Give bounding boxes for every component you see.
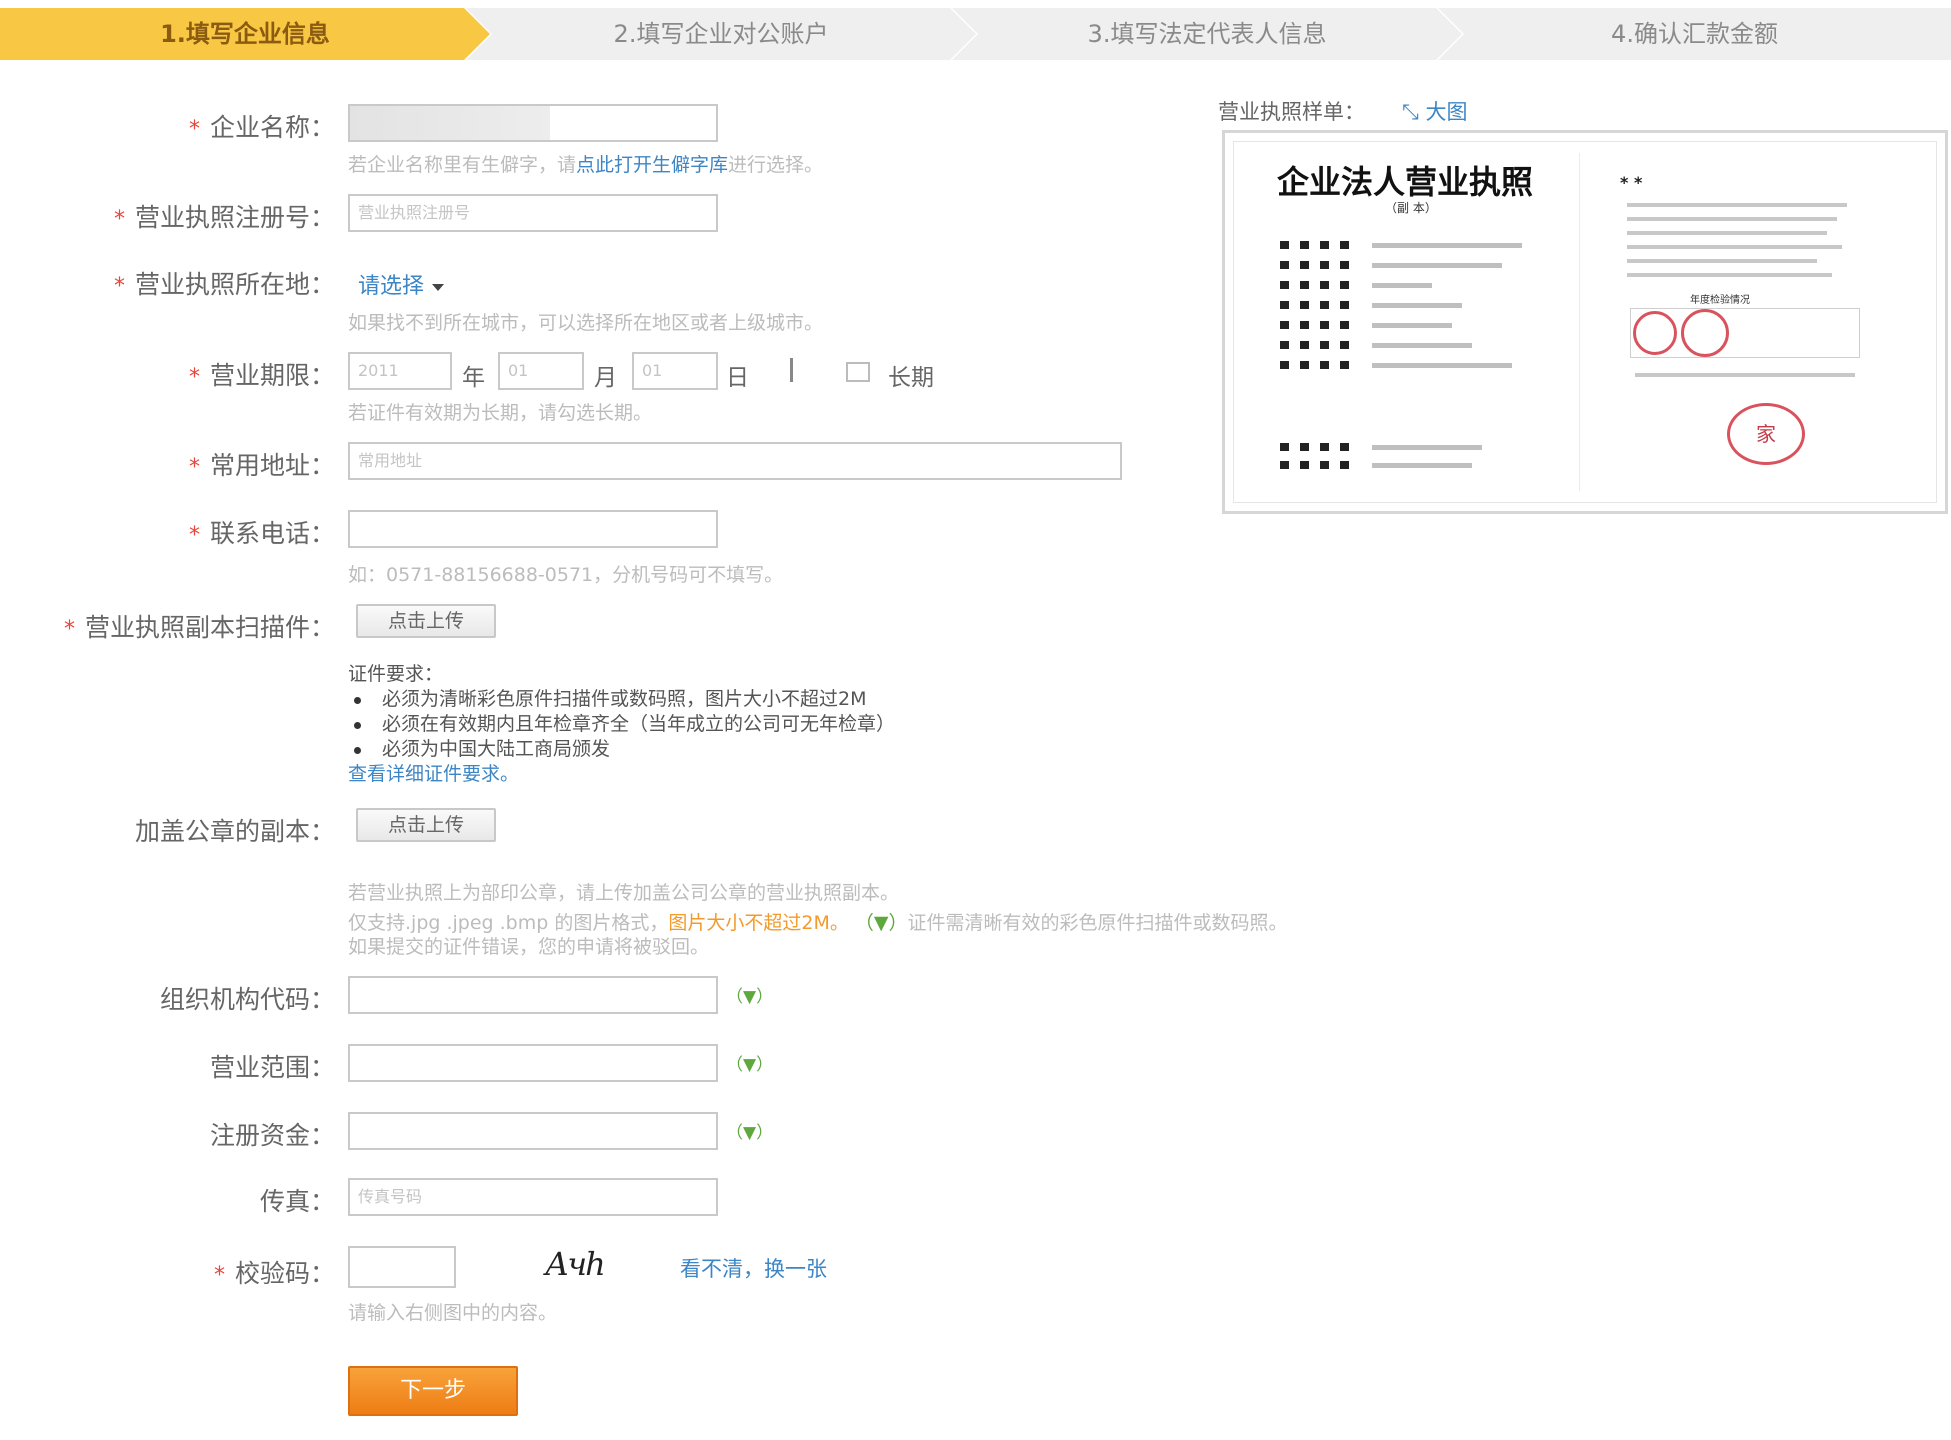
captcha-input[interactable] (348, 1246, 456, 1288)
license-text-line (1627, 203, 1847, 207)
license-location-hint: 如果找不到所在城市，可以选择所在地区或者上级城市。 (348, 312, 824, 334)
license-doc-subtitle: （副 本） (1385, 201, 1437, 215)
company-name-input[interactable] (348, 104, 718, 142)
fax-label: 传真： (259, 1187, 335, 1216)
term-day-input[interactable]: 01 (632, 352, 718, 390)
sample-license-image[interactable]: 企业法人营业执照 （副 本） * * 年度检验情况 家 (1222, 130, 1948, 514)
tip-icon[interactable]: （▼） (855, 912, 908, 934)
license-location-label: * 营业执照所在地： (113, 270, 335, 299)
license-text-line (1635, 373, 1855, 377)
business-term-hint: 若证件有效期为长期，请勾选长期。 (348, 402, 653, 424)
org-code-label: 组织机构代码： (159, 985, 335, 1014)
license-field-row (1280, 461, 1540, 471)
license-text-line (1627, 231, 1827, 235)
stamped-copy-hint-1: 若营业执照上为部印公章，请上传加盖公司公章的营业执照副本。 (348, 882, 900, 904)
business-scope-input[interactable] (348, 1044, 718, 1082)
phone-hint: 如：0571-88156688-0571，分机号码可不填写。 (348, 564, 784, 586)
captcha-image: Ачh (545, 1245, 606, 1283)
address-input[interactable]: 常用地址 (348, 442, 1122, 480)
long-term-checkbox[interactable] (846, 362, 870, 382)
step-progress-bar: 1.填写企业信息 2.填写企业对公账户 3.填写法定代表人信息 4.确认汇款金额 (0, 8, 1951, 60)
registered-capital-label: 注册资金： (209, 1121, 335, 1150)
sample-license-label: 营业执照样单： (1218, 100, 1365, 124)
registered-capital-tip-icon[interactable]: （▼） (726, 1118, 773, 1143)
license-fold-line (1579, 153, 1580, 491)
requirement-item: 必须为清晰彩色原件扫描件或数码照，图片大小不超过2M (348, 687, 895, 712)
stamp-icon (1681, 309, 1729, 357)
next-step-button[interactable]: 下一步 (348, 1366, 518, 1416)
license-location-select[interactable]: 请选择 (358, 268, 445, 300)
divider (790, 358, 793, 382)
month-unit: 月 (594, 365, 617, 391)
step-4-confirm-amount: 4.确认汇款金额 (1438, 8, 1951, 60)
license-text-line (1627, 273, 1832, 277)
term-month-input[interactable]: 01 (498, 352, 584, 390)
stamp-icon (1633, 311, 1677, 355)
official-seal-icon: 家 (1727, 403, 1805, 465)
phone-label: * 联系电话： (188, 519, 335, 548)
address-label: * 常用地址： (188, 451, 335, 480)
org-code-input[interactable] (348, 976, 718, 1014)
business-scope-label: 营业范围： (209, 1053, 335, 1082)
phone-input[interactable] (348, 510, 718, 548)
license-right-heading: * * (1620, 173, 1643, 192)
license-field-row (1280, 301, 1540, 311)
license-field-row (1280, 241, 1540, 251)
step-3-legal-rep: 3.填写法定代表人信息 (952, 8, 1462, 60)
license-text-line (1627, 217, 1837, 221)
detailed-requirements-link[interactable]: 查看详细证件要求。 (348, 762, 895, 787)
stamped-copy-hint-2: 仅支持.jpg .jpeg .bmp 的图片格式，图片大小不超过2M。 （▼）证… (348, 912, 1288, 934)
requirement-item: 必须为中国大陆工商局颁发 (348, 737, 895, 762)
captcha-label: * 校验码： (213, 1259, 335, 1288)
license-doc-title: 企业法人营业执照 (1277, 163, 1534, 201)
step-2-bank-account: 2.填写企业对公账户 (466, 8, 976, 60)
license-field-row (1280, 443, 1540, 453)
year-unit: 年 (462, 365, 485, 391)
day-unit: 日 (726, 365, 749, 391)
stamped-copy-hint-3: 如果提交的证件错误，您的申请将被驳回。 (348, 936, 710, 958)
requirements-title: 证件要求： (348, 663, 444, 685)
license-scan-upload-button[interactable]: 点击上传 (356, 604, 496, 638)
fax-input[interactable]: 传真号码 (348, 1178, 718, 1216)
license-scan-label: * 营业执照副本扫描件： (63, 613, 335, 642)
stamped-copy-label: 加盖公章的副本： (134, 817, 335, 846)
stamped-copy-upload-button[interactable]: 点击上传 (356, 808, 496, 842)
license-field-row (1280, 341, 1540, 351)
license-field-row (1280, 321, 1540, 331)
long-term-label: 长期 (888, 365, 934, 391)
enlarge-image-link[interactable]: ⤡ 大图 (1402, 96, 1467, 126)
license-annual-check: 年度检验情况 (1690, 295, 1750, 306)
term-year-input[interactable]: 2011 (348, 352, 452, 390)
requirement-item: 必须在有效期内且年检章齐全（当年成立的公司可无年检章） (348, 712, 895, 737)
business-scope-tip-icon[interactable]: （▼） (726, 1050, 773, 1075)
license-text-line (1627, 259, 1817, 263)
license-number-input[interactable]: 营业执照注册号 (348, 194, 718, 232)
license-number-label: * 营业执照注册号： (113, 203, 335, 232)
company-name-value (350, 106, 550, 140)
registered-capital-input[interactable] (348, 1112, 718, 1150)
chevron-down-icon (432, 283, 445, 291)
org-code-tip-icon[interactable]: （▼） (726, 982, 773, 1007)
license-field-row (1280, 261, 1540, 271)
company-name-hint: 若企业名称里有生僻字，请点此打开生僻字库进行选择。 (348, 154, 824, 176)
license-field-row (1280, 281, 1540, 291)
rare-char-library-link[interactable]: 点此打开生僻字库 (576, 154, 728, 176)
captcha-hint: 请输入右侧图中的内容。 (348, 1302, 558, 1324)
business-term-label: * 营业期限： (188, 361, 335, 390)
captcha-refresh-link[interactable]: 看不清，换一张 (680, 1253, 827, 1283)
company-name-label: * 企业名称： (188, 113, 335, 142)
requirements-list: 必须为清晰彩色原件扫描件或数码照，图片大小不超过2M 必须在有效期内且年检章齐全… (348, 687, 895, 762)
step-1-company-info: 1.填写企业信息 (0, 8, 490, 60)
license-text-line (1627, 245, 1842, 249)
license-field-row (1280, 361, 1540, 371)
document-requirements: 证件要求： 必须为清晰彩色原件扫描件或数码照，图片大小不超过2M 必须在有效期内… (348, 662, 895, 787)
